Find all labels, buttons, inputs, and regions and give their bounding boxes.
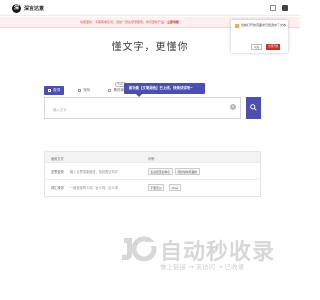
tab-label: 找句: [83, 87, 91, 92]
search-placeholder: 输入文字: [53, 108, 67, 112]
tab-label: 查词: [53, 87, 61, 92]
row-desc: 一键查找同义词、近义词、反义词: [70, 186, 118, 190]
watermark: 自动秒收录 做上链接 → 未访问 → 已收录: [120, 234, 290, 274]
bookmark-icon[interactable]: [270, 5, 276, 11]
site-logo[interactable]: 深 深言达意: [12, 3, 44, 13]
table-row: 词汇找词 一键查找同义词、近义词、反义词 不要走以 shop: [45, 180, 260, 196]
search-input[interactable]: 输入文字: [44, 97, 241, 119]
notification-popup: 当前打开的页面中已经选中了文本 以后 立即开启: [231, 20, 288, 53]
table-row: 意思查找 输入意思或者描述，找到表达句式 表演结束后休息 轻松愉快有趣的: [45, 163, 260, 180]
quote-icon: [78, 88, 82, 92]
table-header: 使用方式 示例: [45, 152, 260, 163]
popup-cancel-button[interactable]: 以后: [251, 44, 263, 50]
example-chip[interactable]: 表演结束后休息: [148, 168, 173, 175]
notice-link[interactable]: 立即到账: [167, 20, 179, 24]
tab-zhaoju[interactable]: 找句: [74, 86, 94, 95]
watermark-logo-icon: [122, 236, 158, 262]
popup-ok-button[interactable]: 立即开启: [266, 44, 281, 50]
tab-chaci[interactable]: 查词: [44, 85, 65, 95]
row-desc: 输入意思或者描述，找到表达句式: [70, 170, 118, 174]
user-icon[interactable]: [282, 5, 288, 11]
example-chip[interactable]: shop: [169, 184, 181, 191]
search-icon: [250, 104, 257, 111]
column-header: 示例: [148, 156, 155, 161]
example-chip[interactable]: 不要走以: [148, 184, 165, 191]
usage-table: 使用方式 示例 意思查找 输入意思或者描述，找到表达句式 表演结束后休息 轻松愉…: [44, 151, 261, 197]
library-icon: [108, 88, 112, 92]
search-button[interactable]: [246, 97, 261, 119]
column-header: 使用方式: [51, 156, 64, 161]
clear-icon[interactable]: ×: [230, 104, 236, 110]
logo-icon: 深: [12, 3, 21, 13]
example-chip[interactable]: 轻松愉快有趣的: [175, 168, 200, 175]
row-mode: 词汇找词: [51, 186, 64, 190]
book-icon: [48, 88, 51, 92]
popup-message: 当前打开的页面中已经选中了文本: [241, 23, 287, 27]
warning-icon: [235, 24, 239, 28]
top-bar: 深 深言达意: [0, 0, 300, 16]
watermark-subtitle: 做上链接 → 未访问 → 已收录: [160, 263, 245, 271]
row-mode: 意思查找: [51, 170, 64, 174]
feature-tooltip[interactable]: 新功能【文笔润色】已上线，快来试试吧~: [124, 83, 205, 97]
notice-text: 功能更新，无需再重复问；当前一键先登录服务；我们更新产品，立即到账: [80, 20, 180, 24]
logo-text: 深言达意: [24, 5, 45, 12]
